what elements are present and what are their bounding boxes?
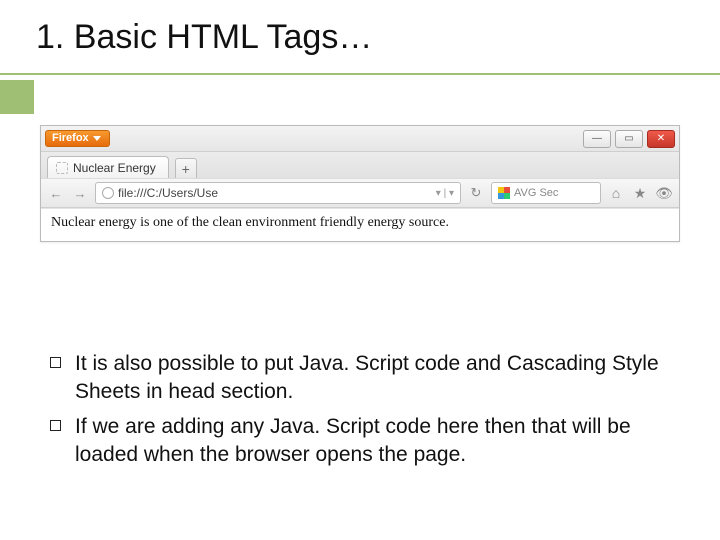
bullet-list: It is also possible to put Java. Script … (50, 350, 676, 477)
tab-favicon-icon (56, 162, 68, 174)
plus-icon: + (182, 162, 190, 176)
title-rule (0, 73, 720, 75)
address-dropdown-icon[interactable]: ▾ | ▾ (436, 188, 454, 199)
avg-icon (498, 187, 510, 199)
bullet-text: It is also possible to put Java. Script … (75, 350, 676, 405)
browser-window: Firefox — ▭ ✕ Nuclear Energy + (40, 125, 680, 242)
chevron-down-icon (93, 136, 101, 141)
slide-title: 1. Basic HTML Tags… (36, 18, 720, 57)
minimize-icon: — (592, 133, 602, 144)
list-item: It is also possible to put Java. Script … (50, 350, 676, 405)
page-text: Nuclear energy is one of the clean envir… (51, 215, 449, 230)
forward-button[interactable]: → (71, 184, 89, 202)
address-bar[interactable]: file:///C:/Users/Use ▾ | ▾ (95, 182, 461, 204)
eye-icon: 👁 (655, 185, 673, 202)
address-text: file:///C:/Users/Use (118, 186, 218, 200)
browser-titlebar: Firefox — ▭ ✕ (41, 126, 679, 152)
title-area: 1. Basic HTML Tags… (0, 0, 720, 57)
search-input[interactable]: AVG Sec (491, 182, 601, 204)
back-icon: ← (50, 186, 63, 201)
reader-view-button[interactable]: 👁 (655, 184, 673, 202)
bookmark-icon: ★ (634, 185, 647, 202)
new-tab-button[interactable]: + (175, 158, 197, 178)
close-button[interactable]: ✕ (647, 130, 675, 148)
minimize-button[interactable]: — (583, 130, 611, 148)
tab-row: Nuclear Energy + (41, 152, 679, 178)
reload-icon: ↻ (471, 185, 482, 201)
globe-icon (102, 187, 114, 199)
list-item: If we are adding any Java. Script code h… (50, 413, 676, 468)
slide: 1. Basic HTML Tags… Firefox — ▭ ✕ Nuclea… (0, 0, 720, 540)
accent-block (0, 80, 34, 114)
home-icon: ⌂ (612, 185, 620, 201)
back-button[interactable]: ← (47, 184, 65, 202)
bookmark-button[interactable]: ★ (631, 184, 649, 202)
firefox-badge[interactable]: Firefox (45, 130, 110, 147)
forward-icon: → (74, 186, 87, 201)
reload-button[interactable]: ↻ (467, 184, 485, 202)
browser-toolbar: ← → file:///C:/Users/Use ▾ | ▾ ↻ AVG Sec… (41, 178, 679, 208)
maximize-icon: ▭ (624, 133, 633, 144)
firefox-badge-label: Firefox (52, 132, 89, 144)
maximize-button[interactable]: ▭ (615, 130, 643, 148)
home-button[interactable]: ⌂ (607, 184, 625, 202)
search-placeholder: AVG Sec (514, 187, 558, 199)
tab-nuclear-energy[interactable]: Nuclear Energy (47, 156, 169, 178)
bullet-text: If we are adding any Java. Script code h… (75, 413, 676, 468)
bullet-icon (50, 420, 61, 431)
browser-page-content: Nuclear energy is one of the clean envir… (41, 208, 679, 241)
close-icon: ✕ (657, 133, 665, 144)
bullet-icon (50, 357, 61, 368)
tab-label: Nuclear Energy (73, 161, 156, 175)
